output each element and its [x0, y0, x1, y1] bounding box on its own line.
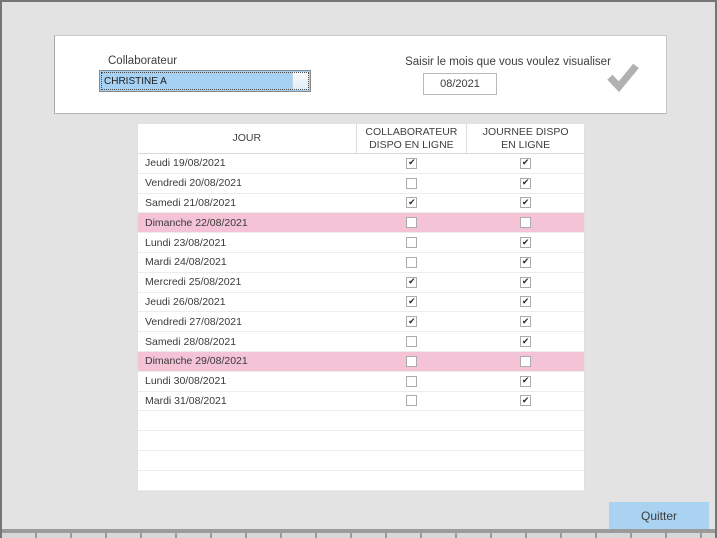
collab-dispo-checkbox[interactable] [406, 336, 418, 348]
table-row: Samedi 28/08/2021 [138, 332, 584, 352]
table-header-row: JOUR COLLABORATEUR DISPO EN LIGNE JOURNE… [138, 124, 584, 154]
day-cell: Lundi 23/08/2021 [145, 236, 227, 249]
collab-dispo-cell [357, 154, 468, 173]
table-row: Vendredi 20/08/2021 [138, 174, 584, 194]
journee-dispo-cell [467, 372, 584, 391]
month-input[interactable] [423, 73, 497, 95]
column-header-journee-dispo: JOURNEE DISPO EN LIGNE [482, 125, 569, 151]
collab-dispo-cell [357, 392, 468, 411]
table-row: Mercredi 25/08/2021 [138, 273, 584, 293]
journee-dispo-cell [467, 273, 584, 292]
collab-dispo-cell [357, 253, 468, 272]
journee-dispo-checkbox[interactable] [520, 355, 532, 367]
collab-dispo-cell [357, 174, 468, 193]
table-row: Mardi 24/08/2021 [138, 253, 584, 273]
application-window: Collaborateur CHRISTINE A Saisir le mois… [0, 0, 717, 538]
collab-dispo-checkbox[interactable] [406, 256, 418, 268]
journee-dispo-checkbox[interactable] [520, 296, 532, 308]
journee-dispo-cell [467, 352, 584, 371]
day-cell: Lundi 30/08/2021 [145, 375, 227, 388]
journee-dispo-cell [467, 293, 584, 312]
day-cell: Mardi 24/08/2021 [145, 256, 227, 269]
collab-dispo-checkbox[interactable] [406, 157, 418, 169]
journee-dispo-checkbox[interactable] [520, 375, 532, 387]
collab-dispo-checkbox[interactable] [406, 237, 418, 249]
journee-dispo-cell [467, 253, 584, 272]
collab-dispo-checkbox[interactable] [406, 375, 418, 387]
journee-dispo-checkbox[interactable] [520, 237, 532, 249]
table-row: Mardi 31/08/2021 [138, 392, 584, 412]
journee-dispo-cell [467, 213, 584, 232]
journee-dispo-checkbox[interactable] [520, 217, 532, 229]
journee-dispo-cell [467, 312, 584, 331]
journee-dispo-cell [467, 154, 584, 173]
journee-dispo-checkbox[interactable] [520, 157, 532, 169]
column-header-jour: JOUR [138, 124, 357, 153]
table-body: Jeudi 19/08/2021 Vendredi 20/08/2021 Sam… [138, 154, 584, 491]
collaborateur-combobox[interactable]: CHRISTINE A [99, 70, 311, 92]
table-row: Samedi 21/08/2021 [138, 194, 584, 214]
collab-dispo-checkbox[interactable] [406, 217, 418, 229]
collaborateur-value: CHRISTINE A [104, 75, 167, 87]
journee-dispo-checkbox[interactable] [520, 336, 532, 348]
journee-dispo-cell [467, 194, 584, 213]
filter-panel: Collaborateur CHRISTINE A Saisir le mois… [54, 35, 667, 114]
day-cell: Mercredi 25/08/2021 [145, 276, 242, 289]
day-cell: Mardi 31/08/2021 [145, 394, 227, 407]
empty-table-row [138, 471, 584, 491]
quit-button[interactable]: Quitter [609, 502, 709, 530]
journee-dispo-checkbox[interactable] [520, 197, 532, 209]
collab-dispo-cell [357, 352, 468, 371]
day-cell: Dimanche 29/08/2021 [145, 355, 248, 368]
journee-dispo-cell [467, 174, 584, 193]
collab-dispo-cell [357, 312, 468, 331]
empty-table-row [138, 431, 584, 451]
empty-table-row [138, 451, 584, 471]
table-row: Jeudi 19/08/2021 [138, 154, 584, 174]
empty-table-row [138, 411, 584, 432]
table-row: Dimanche 22/08/2021 [138, 213, 584, 234]
collab-dispo-cell [357, 372, 468, 391]
table-row: Vendredi 27/08/2021 [138, 312, 584, 333]
day-cell: Dimanche 22/08/2021 [145, 216, 248, 229]
day-cell: Vendredi 20/08/2021 [145, 177, 242, 190]
chevron-down-icon[interactable] [292, 72, 309, 90]
collab-dispo-checkbox[interactable] [406, 395, 418, 407]
journee-dispo-checkbox[interactable] [520, 395, 532, 407]
day-cell: Samedi 28/08/2021 [145, 335, 237, 348]
table-row: Lundi 23/08/2021 [138, 233, 584, 253]
collab-dispo-cell [357, 194, 468, 213]
journee-dispo-cell [467, 233, 584, 252]
journee-dispo-checkbox[interactable] [520, 177, 532, 189]
column-header-collaborateur-dispo: COLLABORATEUR DISPO EN LIGNE [357, 124, 468, 153]
table-row: Dimanche 29/08/2021 [138, 351, 584, 372]
collab-dispo-checkbox[interactable] [406, 355, 418, 367]
collab-dispo-cell [357, 273, 468, 292]
table-row: Jeudi 26/08/2021 [138, 293, 584, 313]
collab-dispo-cell [357, 213, 468, 232]
journee-dispo-checkbox[interactable] [520, 316, 532, 328]
day-cell: Samedi 21/08/2021 [145, 196, 237, 209]
collab-dispo-checkbox[interactable] [406, 296, 418, 308]
collab-dispo-checkbox[interactable] [406, 197, 418, 209]
collaborateur-label: Collaborateur [108, 55, 178, 67]
collab-dispo-cell [357, 332, 468, 351]
journee-dispo-checkbox[interactable] [520, 256, 532, 268]
journee-dispo-checkbox[interactable] [520, 276, 532, 288]
table-row: Lundi 30/08/2021 [138, 372, 584, 392]
background-window-edge [2, 533, 715, 538]
collab-dispo-checkbox[interactable] [406, 177, 418, 189]
day-cell: Jeudi 26/08/2021 [145, 295, 226, 308]
collab-dispo-cell [357, 293, 468, 312]
collab-dispo-checkbox[interactable] [406, 316, 418, 328]
availability-table: JOUR COLLABORATEUR DISPO EN LIGNE JOURNE… [137, 123, 585, 492]
day-cell: Vendredi 27/08/2021 [145, 315, 242, 328]
collab-dispo-cell [357, 233, 468, 252]
journee-dispo-cell [467, 392, 584, 411]
journee-dispo-cell [467, 332, 584, 351]
day-cell: Jeudi 19/08/2021 [145, 157, 226, 170]
collab-dispo-checkbox[interactable] [406, 276, 418, 288]
checkmark-icon[interactable] [604, 57, 642, 95]
